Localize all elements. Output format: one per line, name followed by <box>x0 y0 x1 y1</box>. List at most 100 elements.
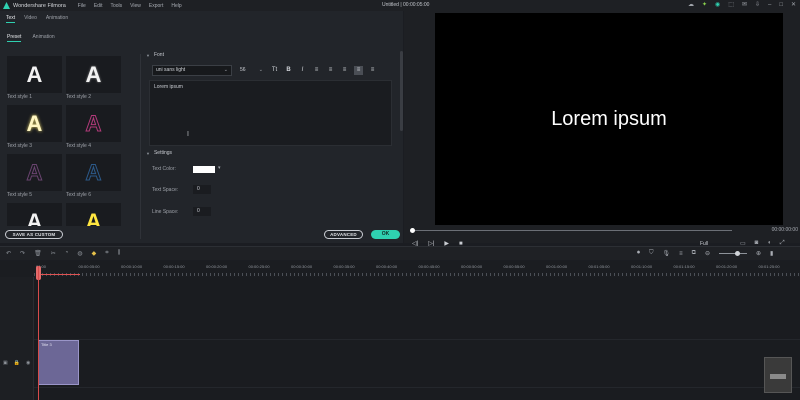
menu-file[interactable]: File <box>78 3 86 9</box>
bold-icon[interactable]: B <box>284 66 293 75</box>
preview-scrubber[interactable] <box>412 230 732 231</box>
keyframe-icon[interactable]: ◆ <box>92 250 97 257</box>
menu-tools[interactable]: Tools <box>110 3 122 9</box>
menu-edit[interactable]: Edit <box>94 3 103 9</box>
ruler-tick-label: 00:00:15:00 <box>163 264 185 269</box>
tab-animation[interactable]: Animation <box>46 15 68 23</box>
download-icon[interactable]: ⇩ <box>755 1 760 8</box>
menu-bar: File Edit Tools View Export Help <box>78 3 182 9</box>
zoom-in-icon[interactable]: ⊕ <box>756 250 761 257</box>
ruler-tick-label: 00:01:05:00 <box>588 264 610 269</box>
minimize-icon[interactable]: – <box>768 2 771 8</box>
text-space-value: 0 <box>197 186 200 192</box>
zoom-slider[interactable] <box>719 251 747 256</box>
title-clip[interactable]: Title 3 <box>38 340 79 385</box>
fit-timeline-icon[interactable]: ▮ <box>770 250 773 257</box>
eye-icon[interactable]: ◉ <box>26 360 30 366</box>
lightbulb-icon[interactable]: ✦ <box>702 1 707 8</box>
tab-video[interactable]: Video <box>24 15 37 23</box>
redo-icon[interactable]: ↷ <box>20 250 25 257</box>
mixer-icon[interactable]: ≡ <box>679 251 683 257</box>
text-style-tile-2[interactable]: A <box>66 56 121 93</box>
preview-canvas[interactable]: Lorem ipsum <box>435 13 783 225</box>
align-left-icon[interactable]: ≡ <box>312 66 321 75</box>
maximize-icon[interactable]: □ <box>779 2 783 8</box>
scrubber-knob[interactable] <box>410 228 415 233</box>
account-icon[interactable]: ⬚ <box>728 1 734 8</box>
ruler-tick-label: 00:00:50:00 <box>461 264 483 269</box>
save-as-custom-button[interactable]: SAVE AS CUSTOM <box>5 230 63 239</box>
lock-icon[interactable]: 🔒 <box>14 360 20 366</box>
preview-panel: Lorem ipsum 00:00:00:00 ◁| ▷| ▶ ■ Full ▭… <box>404 11 800 247</box>
render-icon[interactable]: ⏺ <box>637 250 640 257</box>
headset-icon[interactable]: ◉ <box>715 1 720 8</box>
speed-icon[interactable]: ◔ <box>65 250 69 257</box>
ruler-tick-label: 00:01:20:00 <box>716 264 738 269</box>
text-style-tile-1[interactable]: A <box>7 56 62 93</box>
menu-help[interactable]: Help <box>171 3 181 9</box>
text-style-tile-8[interactable]: A <box>66 203 121 226</box>
zoom-slider-knob[interactable] <box>735 251 740 256</box>
align-justify-icon[interactable]: ≡ <box>354 66 363 75</box>
timeline-toolbar: ↶ ↷ 🗑 ✂ ◔ ◍ ◆ ⌗ ⫼ ⏺ ⛉ 🎙 ≡ ⧉ ⊖ ⊕ ▮ <box>0 246 800 260</box>
align-justify-all-icon[interactable]: ≡ <box>368 66 377 75</box>
zoom-out-icon[interactable]: ⊖ <box>705 250 710 257</box>
ok-button[interactable]: OK <box>371 230 400 239</box>
close-icon[interactable]: ✕ <box>791 1 796 8</box>
align-right-icon[interactable]: ≡ <box>340 66 349 75</box>
tab-preset[interactable]: Preset <box>7 34 22 42</box>
font-section-header[interactable]: ▼ Font <box>146 52 164 58</box>
text-style-label: Text style 4 <box>66 143 92 149</box>
corner-thumbnail <box>764 357 792 393</box>
italic-icon[interactable]: I <box>298 66 307 75</box>
text-style-tile-5[interactable]: A <box>7 154 62 191</box>
text-case-icon[interactable]: Tt <box>270 66 279 75</box>
marker-shield-icon[interactable]: ⛉ <box>649 250 654 257</box>
chevron-down-icon: ⌄ <box>258 67 263 73</box>
preview-title-text[interactable]: Lorem ipsum <box>551 108 667 131</box>
playhead-line[interactable] <box>38 266 39 400</box>
cut-icon[interactable]: ✂ <box>51 250 56 257</box>
text-style-tile-4[interactable]: A <box>66 105 121 142</box>
microphone-icon[interactable]: 🎙 <box>663 250 671 257</box>
font-family-select[interactable]: uni sans light ⌄ <box>152 65 232 76</box>
crop-icon[interactable]: ⌗ <box>105 250 108 257</box>
clip-label: Title 3 <box>41 342 52 347</box>
ruler-tick-label: 00:00:20:00 <box>206 264 228 269</box>
text-style-grid: A Text style 1 A Text style 2 A Text sty… <box>7 56 127 226</box>
settings-scrollbar[interactable] <box>400 51 403 131</box>
picture-in-picture-icon[interactable]: ⧉ <box>692 250 696 257</box>
text-content-input[interactable]: Lorem ipsum <box>149 80 392 146</box>
text-space-input[interactable]: 0 <box>193 185 211 194</box>
tab-text[interactable]: Text <box>6 15 16 23</box>
delete-icon[interactable]: 🗑 <box>34 250 42 257</box>
align-center-icon[interactable]: ≡ <box>326 66 335 75</box>
text-style-tile-7[interactable]: A <box>7 203 62 226</box>
text-content-value: Lorem ipsum <box>154 84 183 90</box>
app-name: Wondershare Filmora <box>13 2 66 9</box>
line-space-label: Line Space: <box>152 209 179 215</box>
line-space-input[interactable]: 0 <box>193 207 211 216</box>
track-header-column <box>0 261 34 400</box>
color-icon[interactable]: ◍ <box>77 250 82 257</box>
font-size-select[interactable]: 56 ⌄ <box>237 65 265 76</box>
cloud-icon[interactable]: ☁ <box>688 1 694 8</box>
advanced-button[interactable]: ADVANCED <box>324 230 363 239</box>
ruler-tick-label: 00:00:55:00 <box>503 264 525 269</box>
chevron-down-icon[interactable]: ▾ <box>218 165 221 171</box>
menu-view[interactable]: View <box>130 3 141 9</box>
video-track-icon: ▣ <box>3 360 8 366</box>
settings-section-header[interactable]: ▼ Settings <box>146 150 172 156</box>
menu-export[interactable]: Export <box>149 3 163 9</box>
audio-mixer-icon[interactable]: ⫼ <box>118 250 121 257</box>
tab-animation-sub[interactable]: Animation <box>32 34 54 42</box>
timeline-tracks[interactable] <box>34 277 800 400</box>
ruler-tick-label: 00:00:10:00 <box>121 264 143 269</box>
text-style-tile-3[interactable]: A <box>7 105 62 142</box>
text-style-tile-6[interactable]: A <box>66 154 121 191</box>
panel-divider <box>140 54 141 239</box>
undo-icon[interactable]: ↶ <box>6 250 11 257</box>
mail-icon[interactable]: ✉ <box>742 1 747 8</box>
text-color-swatch[interactable] <box>193 166 215 173</box>
track-separator <box>34 387 800 388</box>
